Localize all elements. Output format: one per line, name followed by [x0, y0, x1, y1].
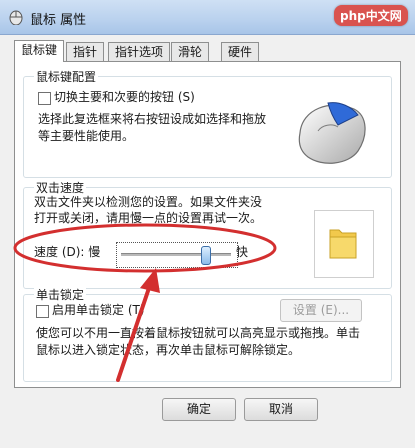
- tab-buttons[interactable]: 鼠标键: [14, 40, 65, 62]
- mouse-properties-window: 鼠标 属性 php中文网 鼠标键 指针 指针选项 滑轮 硬件 鼠标键配置 切换主…: [0, 0, 415, 448]
- highlight-ellipse: [13, 223, 277, 273]
- pointer-arrow-shaft: [116, 283, 152, 382]
- annotation-overlay: [13, 223, 277, 382]
